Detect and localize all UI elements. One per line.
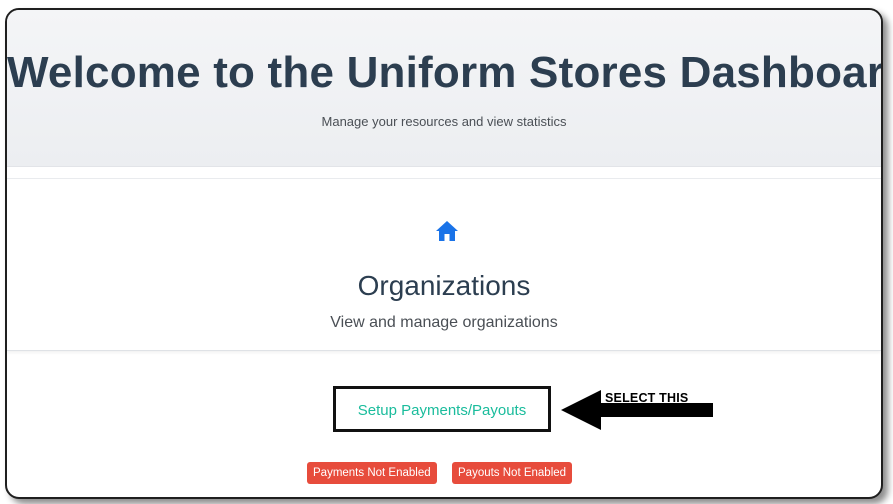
setup-payments-payouts-link[interactable]: Setup Payments/Payouts — [336, 402, 548, 419]
setup-payments-highlight-box: Setup Payments/Payouts — [333, 386, 551, 432]
home-icon — [436, 221, 458, 241]
divider — [7, 178, 881, 179]
page-subtitle: Manage your resources and view statistic… — [321, 114, 567, 129]
screenshot-frame: Welcome to the Uniform Stores Dashboard … — [5, 8, 883, 499]
organizations-subtitle: View and manage organizations — [330, 314, 558, 331]
organizations-title: Organizations — [357, 270, 531, 301]
payments-not-enabled-badge: Payments Not Enabled — [307, 462, 437, 484]
select-this-annotation: SELECT THIS — [605, 391, 689, 405]
organizations-card[interactable]: Organizations View and manage organizati… — [7, 196, 881, 351]
page-title: Welcome to the Uniform Stores Dashboard — [7, 48, 883, 97]
dashboard-header: Welcome to the Uniform Stores Dashboard … — [7, 10, 881, 167]
payouts-not-enabled-badge: Payouts Not Enabled — [452, 462, 573, 484]
